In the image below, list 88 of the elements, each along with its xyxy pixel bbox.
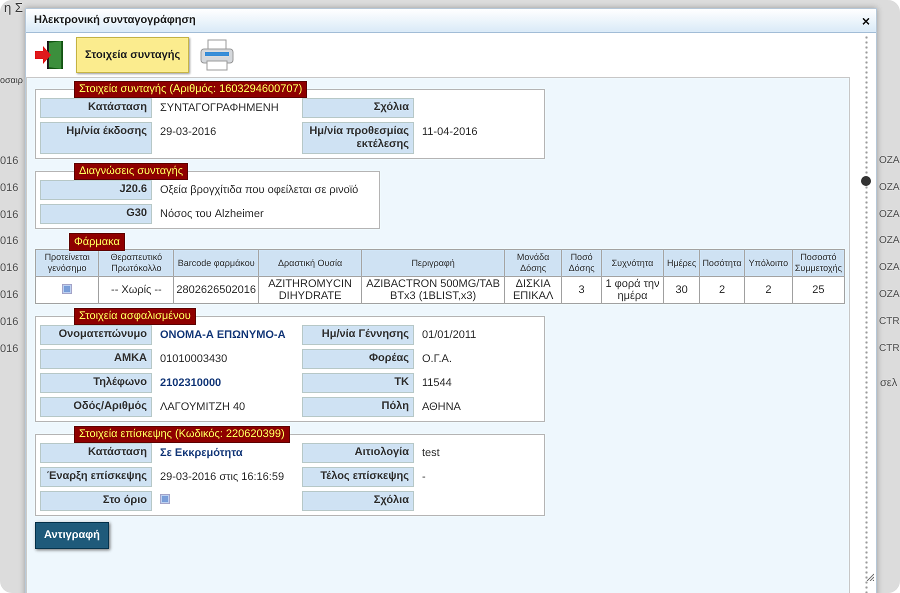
table-cell-text: OZA: [879, 180, 900, 195]
field-label: Ονοματεπώνυμο: [40, 325, 152, 345]
table-cell: 2802626502016: [174, 276, 258, 304]
column-header: Ποσό Δόσης: [562, 250, 602, 276]
field-label: Σχόλια: [302, 491, 414, 511]
field-label: Ημ/νία έκδοσης: [40, 122, 152, 154]
field-value: 2102310000: [160, 377, 222, 389]
table-cell-text: 016: [0, 342, 18, 357]
page-title: η Σ: [4, 0, 23, 15]
table-cell-text: 016: [0, 261, 18, 276]
table-cell-text: CTR: [879, 342, 900, 356]
column-header: Ποσότητα: [700, 250, 744, 276]
table-cell-text: CTR: [879, 314, 900, 329]
field-value: ΛΑΓΟΥΜΙΤΖΗ 40: [160, 401, 246, 413]
column-header: Barcode φαρμάκου: [174, 250, 258, 276]
table-cell-text: OZA: [879, 261, 900, 276]
field-label: Έναρξη επίσκεψης: [40, 467, 152, 487]
copy-button[interactable]: Αντιγραφή: [35, 522, 109, 548]
field-label: Φορέας: [302, 349, 414, 369]
field-value: ΑΘΗΝΑ: [422, 401, 461, 413]
column-header: Υπόλοιπο: [744, 250, 792, 276]
table-cell: 2: [744, 276, 792, 304]
column-header: Συχνότητα: [601, 250, 664, 276]
column-header: Θεραπευτικό Πρωτόκολλο: [98, 250, 174, 276]
field-value: test: [422, 447, 440, 459]
field-value: ΟΝΟΜΑ-Α ΕΠΩΝΥΜΟ-Α: [160, 329, 286, 341]
diagnosis-code: J20.6: [40, 180, 152, 200]
field-label: ΑΜΚΑ: [40, 349, 152, 369]
column-header: Δραστική Ουσία: [258, 250, 362, 276]
field-label: Τέλος επίσκεψης: [302, 467, 414, 487]
section-legend: Φάρμακα: [69, 233, 125, 251]
window-title: Ηλεκτρονική συνταγογράφηση: [34, 13, 196, 28]
table-cell-text: 016: [0, 234, 18, 250]
column-header: Μονάδα Δόσης: [504, 250, 562, 276]
table-cell: 2: [700, 276, 744, 304]
table-cell-text: OZA: [879, 208, 900, 222]
column-header: Ποσοστό Συμμετοχής: [792, 250, 844, 276]
table-cell: 30: [664, 276, 700, 304]
column-header: Ημέρες: [664, 250, 700, 276]
table-cell-text: 016: [0, 314, 18, 330]
field-label: Σχόλια: [302, 98, 414, 118]
table-cell: 25: [792, 276, 844, 304]
column-header: Προτείνεται γενόσημο: [36, 250, 99, 276]
column-header: οσαιρ: [0, 74, 23, 87]
table-cell-text: 016: [0, 288, 18, 303]
table-cell-text: 016: [0, 180, 18, 196]
field-value: 29-03-2016 στις 16:16:59: [160, 471, 284, 483]
section-legend: Στοιχεία ασφαλισμένου: [74, 308, 196, 325]
field-value: 01010003430: [160, 353, 228, 365]
field-value: ΣΥΝΤΑΓΟΓΡΑΦΗΜΕΝΗ: [160, 102, 279, 114]
field-label: Στο όριο: [40, 491, 152, 511]
field-label: Τηλέφωνο: [40, 373, 152, 393]
field-label: Ημ/νία Γέννησης: [302, 325, 414, 345]
table-cell: AZITHROMYCIN DIHYDRATE: [258, 276, 362, 304]
table-cell: AZIBACTRON 500MG/TAB BTx3 (1BLIST,x3): [362, 276, 504, 304]
table-cell: -- Χωρίς --: [98, 276, 174, 304]
field-label: Ημ/νία προθεσμίας εκτέλεσης: [302, 122, 414, 154]
field-value: -: [422, 471, 426, 483]
table-cell-text: OZA: [879, 234, 900, 248]
field-value: 11544: [422, 377, 452, 389]
field-label: Κατάσταση: [40, 443, 152, 463]
details-tab[interactable]: Στοιχεία συνταγής: [76, 36, 190, 74]
diagnosis-text: Οξεία βρογχίτιδα που οφείλεται σε ρινοϊό: [159, 183, 360, 198]
section-legend: Διαγνώσεις συνταγής: [74, 163, 188, 180]
close-button[interactable]: ×: [862, 14, 870, 28]
field-value: 01/01/2011: [422, 329, 476, 341]
diagnosis-code: G30: [40, 204, 152, 224]
field-label: Πόλη: [302, 397, 414, 417]
field-label: Κατάσταση: [40, 98, 152, 118]
field-label: Αιτιολογία: [302, 443, 414, 463]
field-value: Σε Εκκρεμότητα: [160, 447, 243, 459]
table-cell-text: 016: [0, 208, 18, 223]
field-value: 29-03-2016: [160, 126, 216, 138]
field-value: 11-04-2016: [422, 126, 478, 138]
diagnosis-text: Νόσος του Alzheimer: [159, 207, 265, 222]
table-cell-text: OZA: [879, 154, 900, 168]
table-cell-text: OZA: [879, 288, 900, 302]
section-legend: Στοιχεία επίσκεψης (Κωδικός: 220620399): [74, 426, 290, 443]
table-cell: ΔΙΣΚΙΑ ΕΠΙΚΑΛ: [504, 276, 562, 304]
section-legend: Στοιχεία συνταγής (Αριθμός: 1603294600707): [74, 81, 308, 98]
table-cell-text: 016: [0, 154, 18, 169]
table-cell: 1 φορά την ημέρα: [601, 276, 664, 304]
field-value: Ο.Γ.Α.: [422, 353, 452, 365]
table-cell: 3: [562, 276, 602, 304]
column-header: Περιγραφή: [362, 250, 504, 276]
pager-text: σελ: [880, 376, 898, 391]
field-label: ΤΚ: [302, 373, 414, 393]
field-label: Οδός/Αριθμός: [40, 397, 152, 417]
